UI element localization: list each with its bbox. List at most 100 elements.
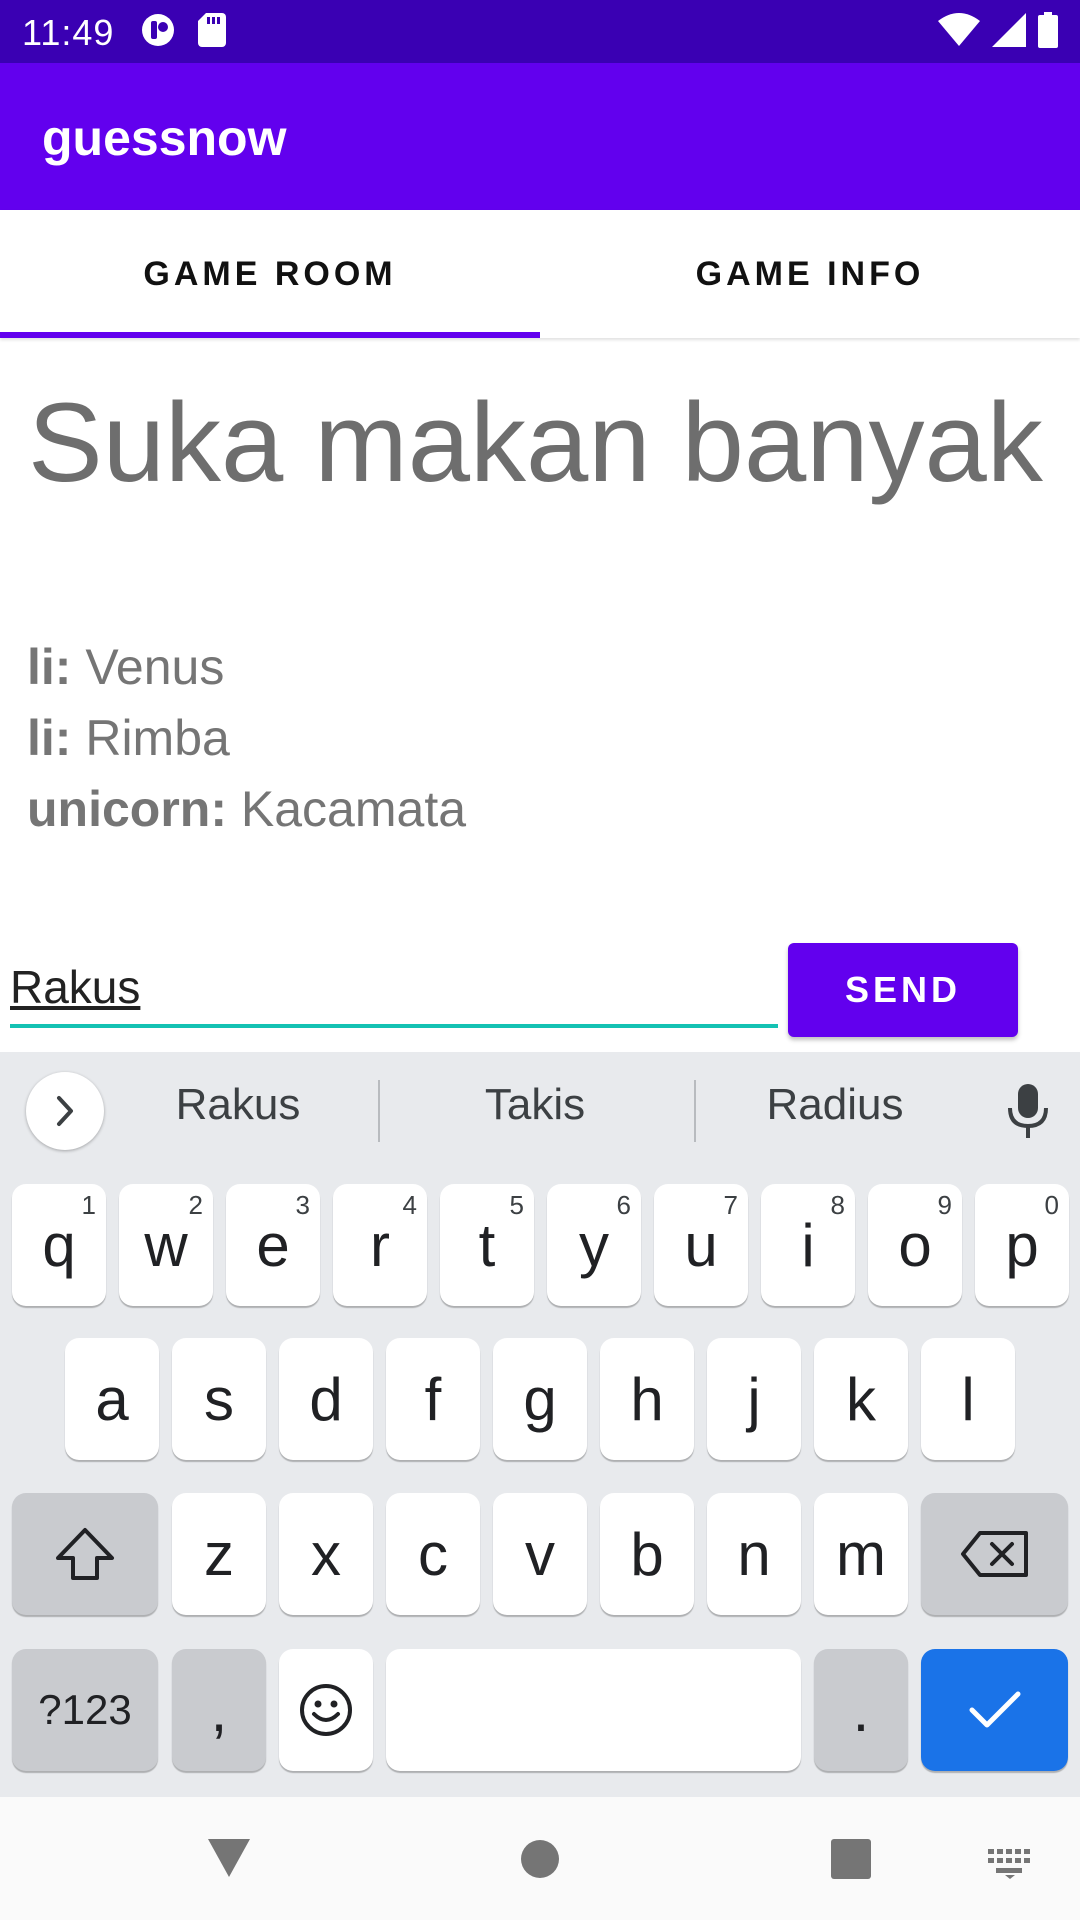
- period-key[interactable]: .: [814, 1649, 908, 1771]
- status-time: 11:49: [22, 12, 115, 53]
- guess-answer: Venus: [85, 639, 225, 695]
- space-key[interactable]: [386, 1649, 801, 1771]
- status-bar: 11:49: [0, 0, 1080, 63]
- emoji-key[interactable]: [279, 1649, 373, 1771]
- key-hint: 5: [509, 1190, 524, 1220]
- key-hint: 7: [723, 1190, 738, 1220]
- tab-indicator: [0, 332, 540, 338]
- key-s[interactable]: s: [172, 1338, 266, 1460]
- chevron-right-icon: [57, 1096, 73, 1126]
- key-hint: 4: [402, 1190, 417, 1220]
- guess-answer: Rimba: [85, 710, 230, 766]
- suggestion-item[interactable]: Rakus: [108, 1080, 368, 1130]
- sync-icon: [142, 14, 174, 46]
- suggestion-item[interactable]: Radius: [705, 1080, 965, 1130]
- key-m[interactable]: m: [814, 1493, 908, 1615]
- answer-input-wrapper: [10, 950, 778, 1028]
- key-b[interactable]: b: [600, 1493, 694, 1615]
- comma-key[interactable]: ,: [172, 1649, 266, 1771]
- guess-item: li: Rimba: [27, 703, 466, 774]
- navigation-bar: [0, 1797, 1080, 1920]
- app-title: guessnow: [42, 110, 287, 166]
- checkmark-icon: [969, 1691, 1020, 1728]
- signal-icon: [992, 13, 1026, 47]
- microphone-icon[interactable]: [1004, 1084, 1052, 1140]
- back-icon[interactable]: [206, 1837, 252, 1879]
- symbols-key[interactable]: ?123: [12, 1649, 158, 1771]
- key-label: q: [42, 1211, 76, 1279]
- key-k[interactable]: k: [814, 1338, 908, 1460]
- key-label: r: [370, 1211, 390, 1279]
- key-hint: 3: [295, 1190, 310, 1220]
- suggestion-item[interactable]: Takis: [405, 1080, 665, 1130]
- key-label: t: [478, 1211, 496, 1279]
- suggestion-bar: Rakus Takis Radius: [0, 1052, 1080, 1170]
- key-hint: 1: [81, 1190, 96, 1220]
- key-h[interactable]: h: [600, 1338, 694, 1460]
- shift-key[interactable]: [12, 1493, 158, 1615]
- key-w[interactable]: w2: [119, 1184, 213, 1306]
- app-bar: guessnow: [0, 63, 1080, 210]
- key-label: e: [256, 1211, 290, 1279]
- guess-user: li:: [27, 639, 72, 695]
- key-q[interactable]: q1: [12, 1184, 106, 1306]
- wifi-icon: [938, 13, 980, 46]
- key-x[interactable]: x: [279, 1493, 373, 1615]
- key-z[interactable]: z: [172, 1493, 266, 1615]
- battery-icon: [1038, 12, 1058, 48]
- key-label: p: [1005, 1211, 1039, 1279]
- key-p[interactable]: p0: [975, 1184, 1069, 1306]
- status-right-icons: [938, 12, 1058, 48]
- key-y[interactable]: y6: [547, 1184, 641, 1306]
- guess-answer: Kacamata: [240, 781, 467, 837]
- key-o[interactable]: o9: [868, 1184, 962, 1306]
- guess-item: unicorn: Kacamata: [27, 774, 466, 845]
- send-button[interactable]: SEND: [788, 943, 1018, 1037]
- guess-user: li:: [27, 710, 72, 766]
- key-label: o: [898, 1211, 932, 1279]
- keyboard-switch-icon[interactable]: [988, 1849, 1032, 1879]
- key-f[interactable]: f: [386, 1338, 480, 1460]
- suggestion-expand-button[interactable]: [26, 1072, 104, 1150]
- key-t[interactable]: t5: [440, 1184, 534, 1306]
- key-l[interactable]: l: [921, 1338, 1015, 1460]
- suggestion-divider: [694, 1080, 696, 1142]
- backspace-icon: [960, 1531, 1028, 1577]
- guess-list: li: Venus li: Rimba unicorn: Kacamata: [27, 632, 466, 845]
- guess-user: unicorn:: [27, 781, 227, 837]
- sd-card-icon: [198, 13, 226, 47]
- key-a[interactable]: a: [65, 1338, 159, 1460]
- key-label: w: [144, 1211, 188, 1279]
- recents-icon[interactable]: [831, 1839, 871, 1879]
- key-d[interactable]: d: [279, 1338, 373, 1460]
- key-hint: 9: [937, 1190, 952, 1220]
- key-label: y: [579, 1211, 609, 1279]
- tab-game-room[interactable]: GAME ROOM: [0, 210, 540, 338]
- key-g[interactable]: g: [493, 1338, 587, 1460]
- answer-input[interactable]: [10, 950, 778, 1024]
- question-text: Suka makan banyak: [28, 380, 1043, 505]
- key-r[interactable]: r4: [333, 1184, 427, 1306]
- key-label: i: [801, 1211, 815, 1279]
- backspace-key[interactable]: [921, 1493, 1068, 1615]
- input-underline: [10, 1024, 778, 1028]
- shift-icon: [56, 1528, 114, 1580]
- key-j[interactable]: j: [707, 1338, 801, 1460]
- done-key[interactable]: [921, 1649, 1068, 1771]
- suggestion-divider: [378, 1080, 380, 1142]
- key-hint: 0: [1044, 1190, 1059, 1220]
- emoji-icon: [300, 1684, 352, 1736]
- tab-game-info[interactable]: GAME INFO: [540, 210, 1080, 338]
- guess-item: li: Venus: [27, 632, 466, 703]
- key-hint: 6: [616, 1190, 631, 1220]
- status-left-icons: [140, 12, 226, 48]
- key-c[interactable]: c: [386, 1493, 480, 1615]
- key-v[interactable]: v: [493, 1493, 587, 1615]
- key-n[interactable]: n: [707, 1493, 801, 1615]
- key-e[interactable]: e3: [226, 1184, 320, 1306]
- key-hint: 2: [188, 1190, 203, 1220]
- key-i[interactable]: i8: [761, 1184, 855, 1306]
- home-icon[interactable]: [520, 1839, 560, 1879]
- key-u[interactable]: u7: [654, 1184, 748, 1306]
- soft-keyboard: Rakus Takis Radius q1 w2 e3 r4 t5 y6 u7 …: [0, 1052, 1080, 1797]
